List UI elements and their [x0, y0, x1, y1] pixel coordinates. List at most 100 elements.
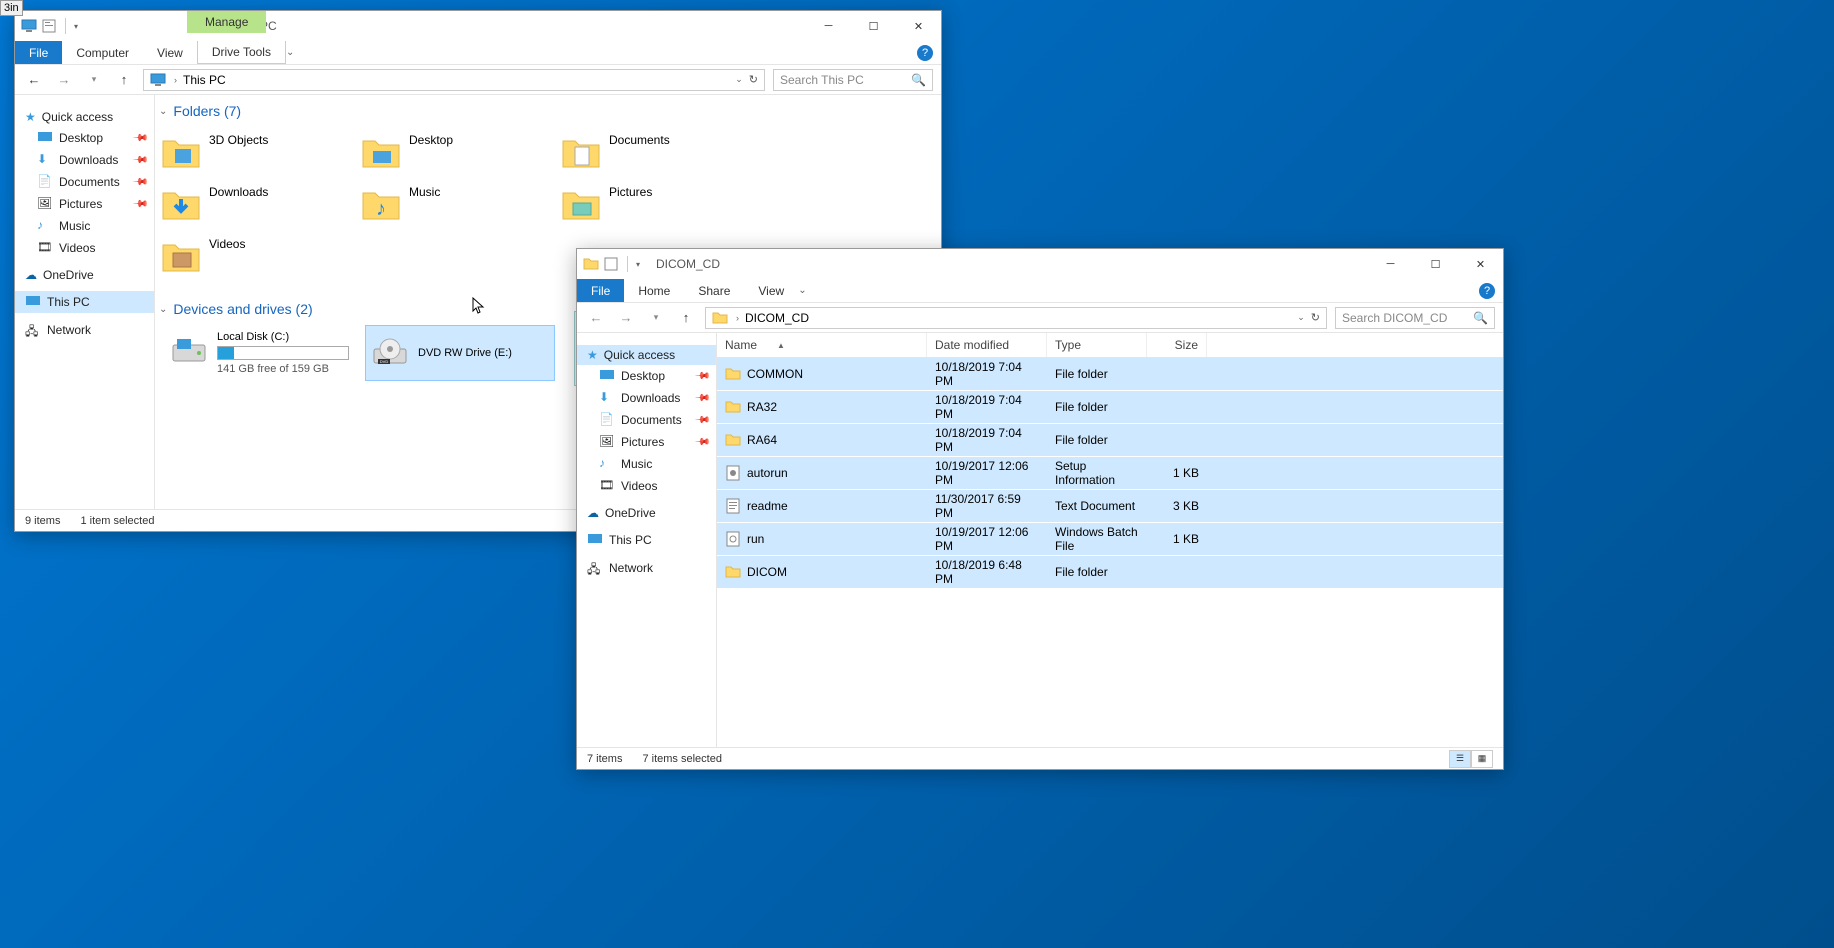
address-field[interactable]: › This PC ⌄ ↻: [143, 69, 765, 91]
titlebar[interactable]: ▾ Manage This PC ─ ☐ ✕: [15, 11, 941, 41]
file-row[interactable]: COMMON10/18/2019 7:04 PMFile folder: [717, 358, 1503, 391]
sidebar-downloads[interactable]: ⬇Downloads📌: [15, 149, 154, 171]
folder-documents[interactable]: Documents: [555, 127, 755, 179]
address-field[interactable]: › DICOM_CD ⌄ ↻: [705, 307, 1327, 329]
svg-text:♪: ♪: [376, 198, 386, 220]
back-button[interactable]: ←: [585, 307, 607, 329]
sidebar-music[interactable]: ♪Music: [15, 215, 154, 237]
sidebar-network[interactable]: 🖧Network: [577, 557, 716, 579]
tab-home[interactable]: Home: [624, 279, 684, 302]
tab-share[interactable]: Share: [684, 279, 744, 302]
view-large-icons-button[interactable]: ▦: [1471, 750, 1493, 768]
file-row[interactable]: readme11/30/2017 6:59 PMText Document3 K…: [717, 490, 1503, 523]
ribbon-expand-icon[interactable]: ⌄: [286, 47, 294, 58]
folder-label: Documents: [609, 133, 670, 147]
sidebar-onedrive[interactable]: ☁OneDrive: [577, 503, 716, 523]
folder-downloads[interactable]: Downloads: [155, 179, 355, 231]
maximize-button[interactable]: ☐: [851, 11, 896, 41]
refresh-icon[interactable]: ↻: [749, 73, 758, 86]
tab-computer[interactable]: Computer: [62, 41, 143, 64]
file-name: RA64: [747, 433, 777, 447]
titlebar[interactable]: ▾ DICOM_CD ─ ☐ ✕: [577, 249, 1503, 279]
context-tab-manage[interactable]: Manage: [187, 11, 266, 33]
tab-drive-tools[interactable]: Drive Tools: [197, 41, 286, 64]
drive-dvd-e[interactable]: DVD DVD RW Drive (E:): [365, 325, 555, 381]
search-input[interactable]: Search DICOM_CD 🔍: [1335, 307, 1495, 329]
minimize-button[interactable]: ─: [1368, 249, 1413, 279]
address-bar: ← → ▾ ↑ › This PC ⌄ ↻ Search This PC 🔍: [15, 65, 941, 95]
sidebar-pictures[interactable]: 🖼Pictures📌: [15, 193, 154, 215]
folder-pictures[interactable]: Pictures: [555, 179, 755, 231]
content-pane[interactable]: Name▲ Date modified Type Size COMMON10/1…: [717, 333, 1503, 747]
sidebar-onedrive[interactable]: ☁OneDrive: [15, 265, 154, 285]
tab-view[interactable]: View: [143, 41, 197, 64]
help-icon[interactable]: ?: [1479, 283, 1495, 299]
sidebar-videos[interactable]: 🎞Videos: [15, 237, 154, 259]
close-button[interactable]: ✕: [896, 11, 941, 41]
file-row[interactable]: DICOM10/18/2019 6:48 PMFile folder: [717, 556, 1503, 589]
chevron-right-icon[interactable]: ›: [736, 313, 739, 323]
sidebar-desktop[interactable]: Desktop📌: [577, 365, 716, 387]
sidebar-desktop[interactable]: Desktop📌: [15, 127, 154, 149]
folder-desktop[interactable]: Desktop: [355, 127, 555, 179]
qat-dropdown-icon[interactable]: ▾: [74, 22, 78, 31]
section-folders[interactable]: ⌄Folders (7): [155, 95, 941, 127]
sidebar-this-pc[interactable]: This PC: [577, 529, 716, 551]
properties-icon[interactable]: [41, 18, 57, 34]
sidebar-quick-access[interactable]: ★Quick access: [577, 345, 716, 365]
chevron-right-icon[interactable]: ›: [174, 75, 177, 85]
sidebar-videos[interactable]: 🎞Videos: [577, 475, 716, 497]
up-button[interactable]: ↑: [113, 69, 135, 91]
history-dropdown-icon[interactable]: ▾: [83, 69, 105, 91]
sidebar-pictures[interactable]: 🖼Pictures📌: [577, 431, 716, 453]
ribbon-expand-icon[interactable]: ⌄: [798, 285, 806, 296]
search-input[interactable]: Search This PC 🔍: [773, 69, 933, 91]
minimize-button[interactable]: ─: [806, 11, 851, 41]
col-date[interactable]: Date modified: [927, 333, 1047, 357]
back-button[interactable]: ←: [23, 69, 45, 91]
folder-music[interactable]: ♪Music: [355, 179, 555, 231]
up-button[interactable]: ↑: [675, 307, 697, 329]
col-type[interactable]: Type: [1047, 333, 1147, 357]
sidebar-quick-access[interactable]: ★Quick access: [15, 107, 154, 127]
view-details-button[interactable]: ☰: [1449, 750, 1471, 768]
onedrive-icon: ☁: [587, 506, 599, 520]
sidebar-this-pc[interactable]: This PC: [15, 291, 154, 313]
sidebar-documents[interactable]: 📄Documents📌: [15, 171, 154, 193]
file-row[interactable]: RA3210/18/2019 7:04 PMFile folder: [717, 391, 1503, 424]
search-icon: 🔍: [911, 73, 926, 87]
label: Downloads: [59, 153, 118, 167]
desktop-icon: [37, 130, 53, 146]
file-row[interactable]: autorun10/19/2017 12:06 PMSetup Informat…: [717, 457, 1503, 490]
file-row[interactable]: RA6410/18/2019 7:04 PMFile folder: [717, 424, 1503, 457]
col-size[interactable]: Size: [1147, 333, 1207, 357]
history-dropdown-icon[interactable]: ▾: [645, 307, 667, 329]
pictures-icon: 🖼: [37, 196, 53, 212]
documents-icon: 📄: [37, 174, 53, 190]
sidebar-documents[interactable]: 📄Documents📌: [577, 409, 716, 431]
maximize-button[interactable]: ☐: [1413, 249, 1458, 279]
file-row[interactable]: run10/19/2017 12:06 PMWindows Batch File…: [717, 523, 1503, 556]
folder-videos[interactable]: Videos: [155, 231, 355, 283]
refresh-icon[interactable]: ↻: [1311, 311, 1320, 324]
col-name[interactable]: Name▲: [717, 333, 927, 357]
tab-file[interactable]: File: [15, 41, 62, 64]
tab-file[interactable]: File: [577, 279, 624, 302]
help-icon[interactable]: ?: [917, 45, 933, 61]
tab-view[interactable]: View: [744, 279, 798, 302]
chevron-down-icon: ⌄: [159, 304, 167, 315]
column-headers[interactable]: Name▲ Date modified Type Size: [717, 333, 1503, 358]
close-button[interactable]: ✕: [1458, 249, 1503, 279]
drive-local-c[interactable]: Local Disk (C:) 141 GB free of 159 GB: [165, 325, 355, 381]
qat-dropdown-icon[interactable]: ▾: [636, 260, 640, 269]
hdd-icon: [171, 335, 207, 371]
sidebar-downloads[interactable]: ⬇Downloads📌: [577, 387, 716, 409]
forward-button[interactable]: →: [53, 69, 75, 91]
sidebar-music[interactable]: ♪Music: [577, 453, 716, 475]
forward-button[interactable]: →: [615, 307, 637, 329]
properties-icon[interactable]: [603, 256, 619, 272]
address-dropdown-icon[interactable]: ⌄: [1297, 312, 1305, 323]
address-dropdown-icon[interactable]: ⌄: [735, 74, 743, 85]
folder-3d-objects[interactable]: 3D Objects: [155, 127, 355, 179]
sidebar-network[interactable]: 🖧Network: [15, 319, 154, 341]
